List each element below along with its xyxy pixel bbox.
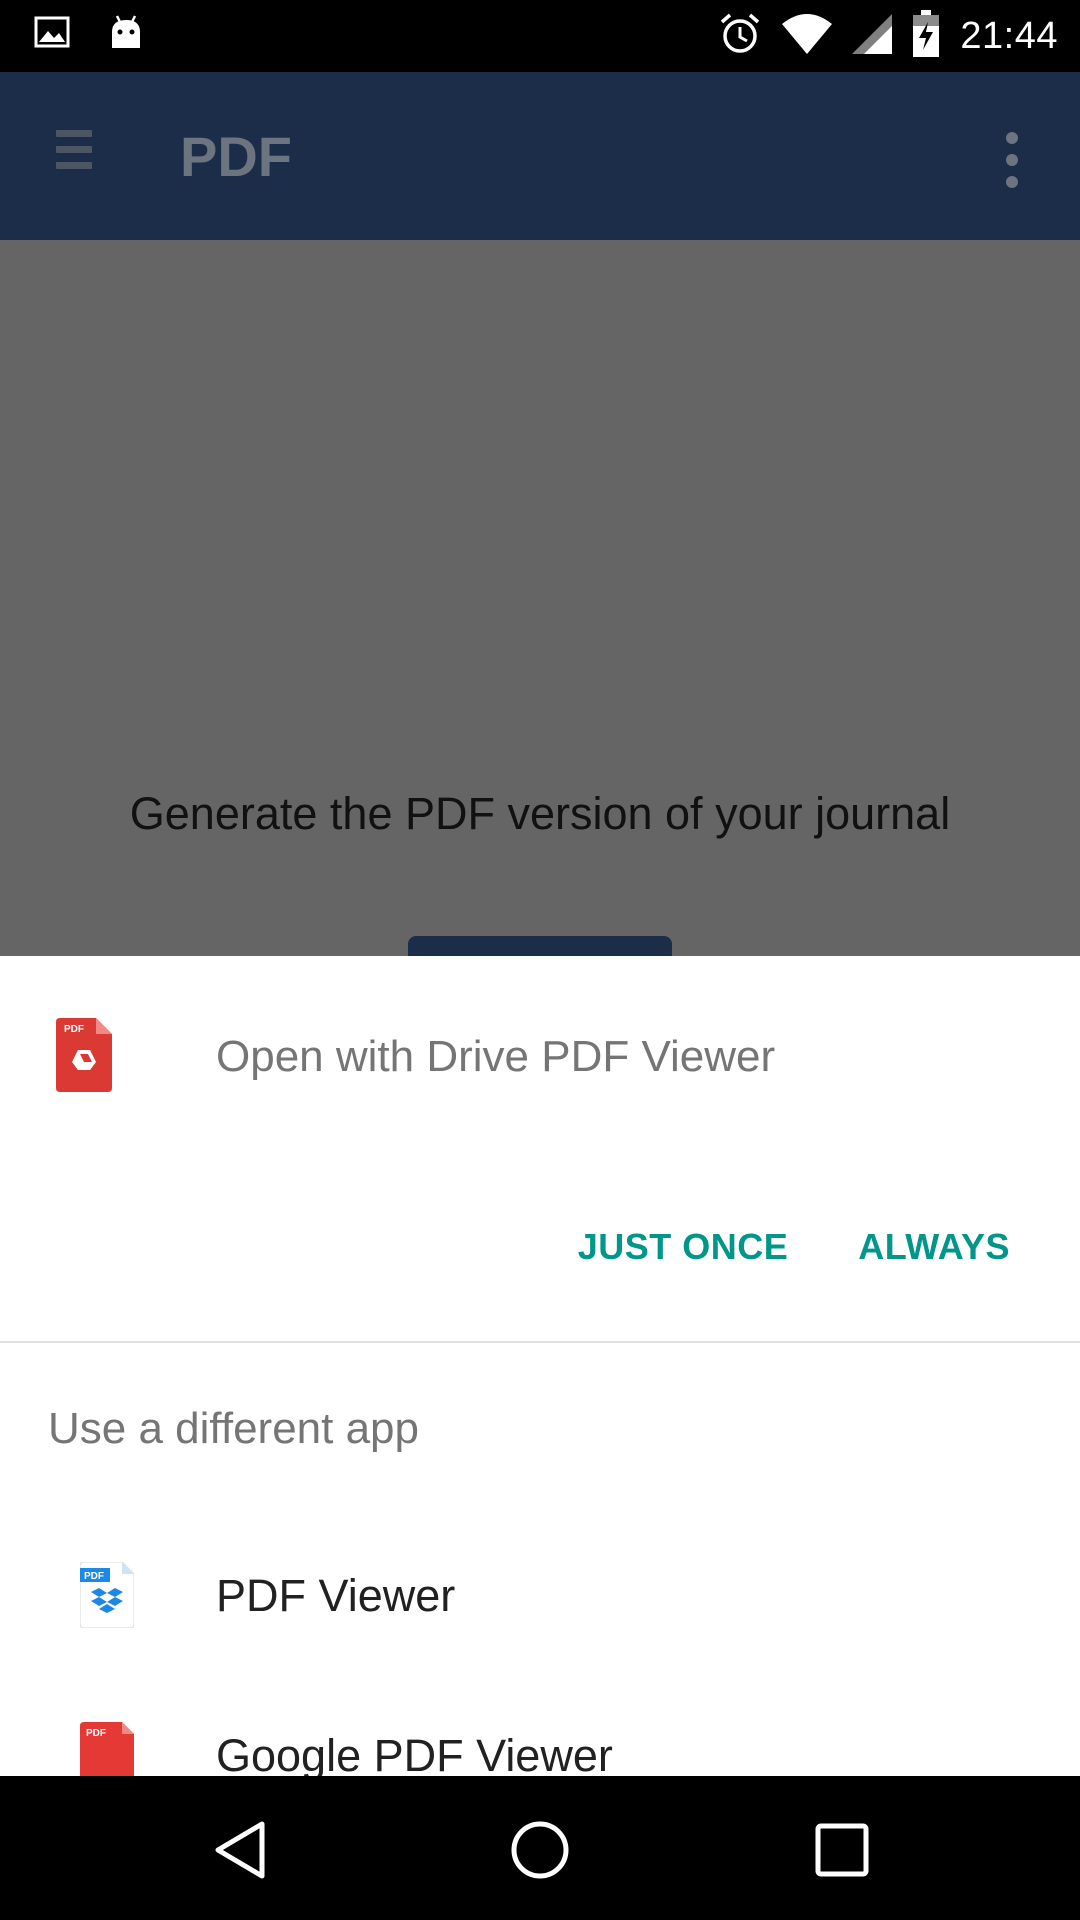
wifi-icon — [782, 14, 833, 59]
battery-charging-icon — [912, 10, 940, 63]
open-with-title: Open with Drive PDF Viewer — [216, 1032, 776, 1081]
clock: 21:44 — [960, 15, 1058, 57]
dimmed-content[interactable]: Generate the PDF version of your journal — [0, 240, 1080, 976]
pdf-badge: PDF — [64, 1024, 84, 1035]
image-icon — [34, 16, 70, 53]
alarm-icon — [718, 12, 762, 61]
app-item-label: PDF Viewer — [216, 1570, 456, 1621]
menu-icon — [56, 130, 92, 178]
app-item-pdf-viewer[interactable]: PDF PDF Viewer — [0, 1522, 1080, 1672]
status-bar: 21:44 — [0, 0, 1080, 72]
recents-icon[interactable] — [814, 1820, 870, 1885]
dropbox-pdf-icon: PDF — [79, 1561, 135, 1633]
different-app-heading: Use a different app — [48, 1404, 419, 1453]
app-bar: PDF — [0, 72, 1080, 240]
drive-pdf-icon: PDF — [56, 1018, 112, 1097]
android-icon — [108, 14, 144, 55]
open-with-chooser: PDF Open with Drive PDF Viewer JUST ONCE… — [0, 956, 1080, 1776]
always-button[interactable]: ALWAYS — [858, 1226, 1010, 1268]
app-title: PDF — [180, 125, 292, 188]
nav-bar — [0, 1776, 1080, 1920]
more-vert-icon — [1006, 132, 1020, 192]
signal-icon — [852, 14, 893, 59]
google-pdf-icon: PDF — [80, 1722, 134, 1776]
default-app-row[interactable]: PDF Open with Drive PDF Viewer — [0, 956, 1080, 1336]
pdf-badge: PDF — [86, 1728, 106, 1739]
back-icon[interactable] — [212, 1820, 268, 1885]
just-once-button[interactable]: JUST ONCE — [578, 1226, 789, 1268]
chooser-actions: JUST ONCE ALWAYS — [578, 1226, 1010, 1268]
divider — [0, 1341, 1080, 1343]
home-icon[interactable] — [510, 1820, 570, 1885]
app-item-label: Google PDF Viewer — [216, 1730, 613, 1776]
app-item-google-pdf-viewer[interactable]: PDF Google PDF Viewer — [0, 1682, 1080, 1776]
content-message: Generate the PDF version of your journal — [129, 788, 951, 839]
pdf-badge: PDF — [84, 1571, 104, 1582]
